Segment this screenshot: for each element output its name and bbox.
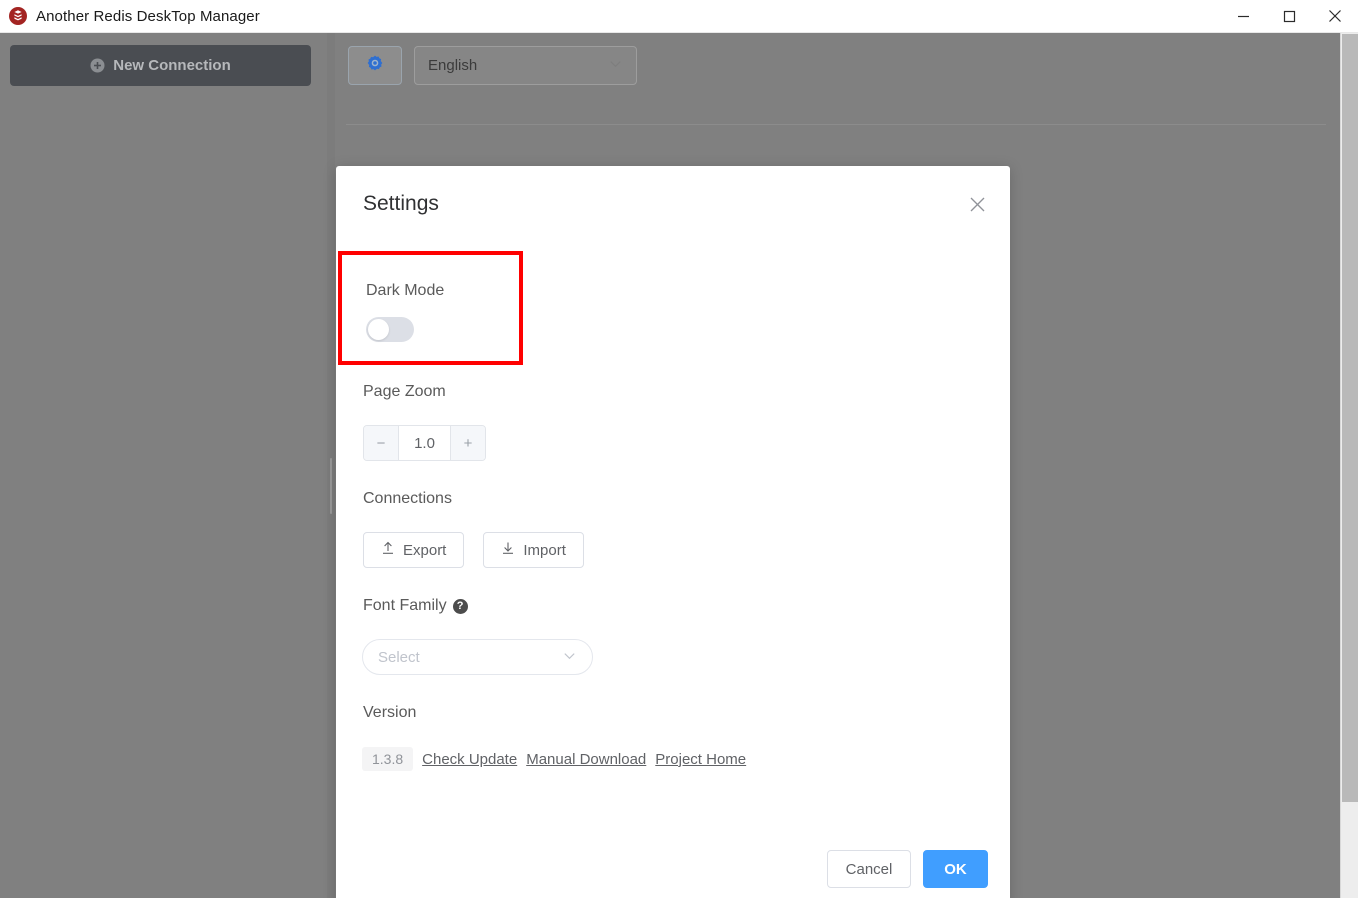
version-badge: 1.3.8 [362, 747, 413, 771]
settings-button[interactable] [348, 46, 402, 85]
download-icon [501, 541, 515, 559]
vertical-scrollbar[interactable] [1340, 33, 1358, 898]
page-zoom-stepper: − 1.0 + [363, 425, 486, 461]
gear-icon [366, 54, 384, 77]
question-mark-icon[interactable]: ? [453, 599, 468, 614]
font-family-placeholder: Select [378, 649, 420, 666]
connections-label: Connections [363, 490, 452, 508]
panel-splitter[interactable] [327, 33, 335, 898]
project-home-link[interactable]: Project Home [655, 751, 746, 768]
font-family-label-text: Font Family [363, 597, 447, 615]
font-family-select[interactable]: Select [362, 639, 593, 675]
page-zoom-decrement-button[interactable]: − [364, 426, 399, 460]
import-label: Import [523, 542, 566, 559]
maximize-button[interactable] [1266, 0, 1312, 33]
ok-button[interactable]: OK [923, 850, 988, 888]
font-family-label: Font Family ? [363, 597, 468, 615]
upload-icon [381, 541, 395, 559]
dialog-close-button[interactable] [966, 193, 988, 215]
app-title: Another Redis DeskTop Manager [36, 8, 260, 25]
cancel-button[interactable]: Cancel [827, 850, 911, 888]
chevron-down-icon [608, 56, 623, 75]
dark-mode-highlight-box: Dark Mode [338, 251, 523, 365]
window-controls [1220, 0, 1358, 33]
new-connection-button[interactable]: New Connection [10, 45, 311, 86]
dark-mode-toggle-knob [368, 319, 389, 340]
dialog-footer: Cancel OK [827, 850, 988, 888]
title-bar: Another Redis DeskTop Manager [0, 0, 1358, 33]
new-connection-label: New Connection [113, 57, 231, 74]
close-button[interactable] [1312, 0, 1358, 33]
scrollbar-thumb[interactable] [1342, 34, 1358, 802]
check-update-link[interactable]: Check Update [422, 751, 517, 768]
sidebar: New Connection [0, 33, 327, 898]
version-row: 1.3.8 Check Update Manual Download Proje… [362, 747, 746, 771]
manual-download-link[interactable]: Manual Download [526, 751, 646, 768]
dark-mode-label: Dark Mode [366, 282, 444, 300]
language-select[interactable]: English [414, 46, 637, 85]
toolbar-divider [346, 124, 1326, 125]
export-label: Export [403, 542, 446, 559]
main-toolbar: English [348, 46, 637, 85]
page-zoom-label: Page Zoom [363, 383, 446, 401]
page-zoom-increment-button[interactable]: + [450, 426, 485, 460]
splitter-grip [330, 458, 332, 514]
version-label: Version [363, 704, 416, 722]
minimize-button[interactable] [1220, 0, 1266, 33]
language-value: English [428, 57, 477, 74]
redis-logo-icon [8, 6, 28, 26]
connections-buttons: Export Import [363, 532, 584, 568]
export-button[interactable]: Export [363, 532, 464, 568]
plus-circle-icon [90, 58, 105, 73]
import-button[interactable]: Import [483, 532, 584, 568]
dark-mode-toggle[interactable] [366, 317, 414, 342]
page-zoom-value[interactable]: 1.0 [399, 426, 450, 460]
dialog-title: Settings [363, 192, 439, 216]
chevron-down-icon [562, 648, 577, 667]
app-window: Another Redis DeskTop Manager New [0, 0, 1358, 898]
settings-dialog: Settings Dark Mode Page Zoom − 1.0 + Con… [336, 166, 1010, 898]
